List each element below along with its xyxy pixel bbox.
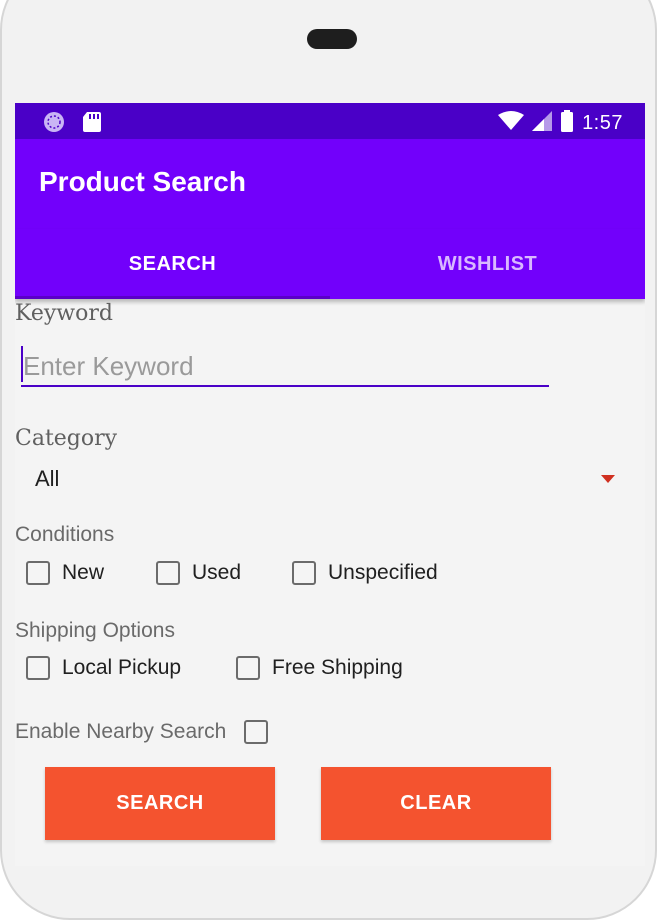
battery-icon [560,110,574,137]
dropdown-arrow-icon [601,475,615,483]
checkbox-new[interactable] [26,561,50,585]
checkbox-label-unspecified: Unspecified [328,561,438,584]
checkbox-label-used: Used [192,561,242,584]
keyword-label: Keyword [15,301,113,326]
nearby-search-label: Enable Nearby Search [15,720,227,743]
app-screen: 1:57 Product Search SEARCH WISHLIST Keyw… [15,103,645,866]
status-bar: 1:57 [15,103,645,139]
checkbox-label-new: New [62,561,105,584]
category-dropdown[interactable]: All [15,458,630,502]
condition-unspecified[interactable]: Unspecified [292,561,438,585]
text-cursor [21,346,23,382]
shipping-local-pickup[interactable]: Local Pickup [26,656,181,680]
tab-bar: SEARCH WISHLIST [15,229,645,299]
condition-new[interactable]: New [26,561,104,585]
clear-button[interactable]: CLEAR [321,767,551,840]
status-clock: 1:57 [582,112,623,134]
category-label: Category [15,426,118,451]
shipping-free-shipping[interactable]: Free Shipping [236,656,403,680]
checkbox-unspecified[interactable] [292,561,316,585]
tab-selected-indicator [15,296,330,299]
condition-used[interactable]: Used [156,561,241,585]
signal-icon [532,111,553,136]
checkbox-local-pickup[interactable] [26,656,50,680]
page-title: Product Search [39,166,246,197]
wifi-icon [498,111,525,136]
checkbox-nearby-search[interactable] [244,720,269,744]
sync-icon [42,111,66,138]
checkbox-label-local-pickup: Local Pickup [62,656,182,679]
keyword-input[interactable] [21,347,549,387]
nearby-search-row[interactable]: Enable Nearby Search [15,720,269,744]
checkbox-used[interactable] [156,561,180,585]
shipping-options-label: Shipping Options [15,619,175,642]
conditions-label: Conditions [15,523,115,546]
status-right-group: 1:57 [498,110,623,137]
tab-search[interactable]: SEARCH [15,229,330,299]
checkbox-free-shipping[interactable] [236,656,260,680]
proximity-sensor [307,29,357,49]
sd-card-icon [82,111,102,138]
tab-wishlist[interactable]: WISHLIST [330,229,645,299]
search-button[interactable]: SEARCH [45,767,275,840]
checkbox-label-free-shipping: Free Shipping [272,656,403,679]
app-bar: Product Search [15,139,645,229]
category-selected-value: All [35,466,60,491]
